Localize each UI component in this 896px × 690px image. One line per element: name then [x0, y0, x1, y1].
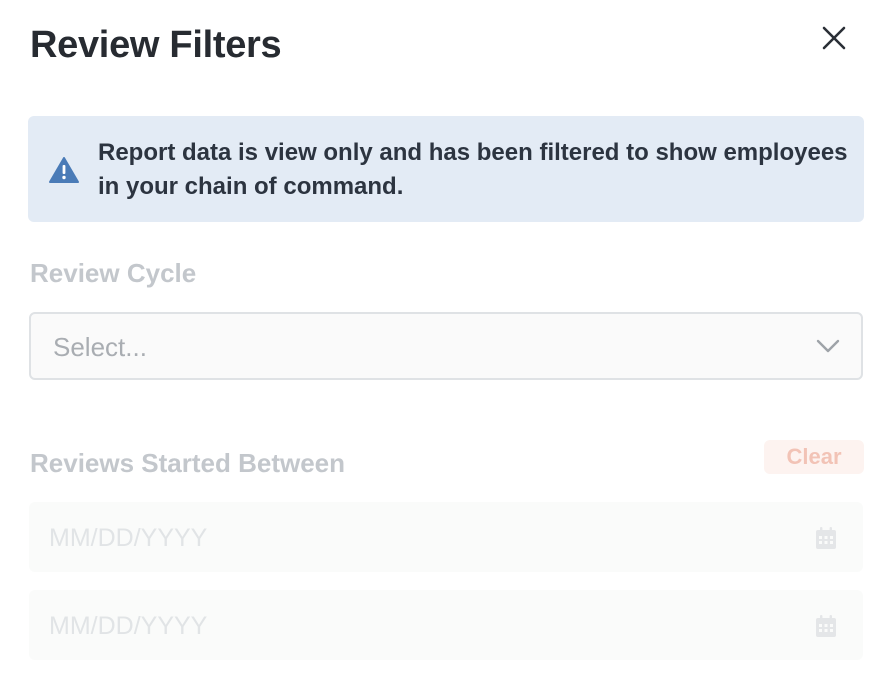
warning-triangle-icon	[48, 156, 80, 184]
start-date-placeholder: MM/DD/YYYY	[49, 524, 208, 552]
close-icon	[821, 25, 847, 56]
calendar-icon[interactable]	[815, 526, 837, 550]
clear-button[interactable]: Clear	[764, 440, 864, 474]
end-date-placeholder: MM/DD/YYYY	[49, 612, 208, 640]
page-title: Review Filters	[30, 24, 282, 66]
calendar-icon[interactable]	[815, 614, 837, 638]
review-filters-panel: Review Filters Report data is view only …	[0, 0, 896, 690]
start-date-field[interactable]: MM/DD/YYYY	[29, 502, 863, 572]
close-button[interactable]	[814, 20, 854, 60]
end-date-field[interactable]: MM/DD/YYYY	[29, 590, 863, 660]
chevron-down-icon	[815, 336, 841, 356]
reviews-started-label: Reviews Started Between	[30, 448, 346, 478]
review-cycle-label: Review Cycle	[30, 258, 197, 288]
alert-message: Report data is view only and has been fi…	[98, 139, 848, 200]
info-alert: Report data is view only and has been fi…	[28, 116, 864, 222]
review-cycle-select[interactable]: Select...	[29, 312, 863, 380]
review-cycle-placeholder: Select...	[53, 332, 147, 362]
